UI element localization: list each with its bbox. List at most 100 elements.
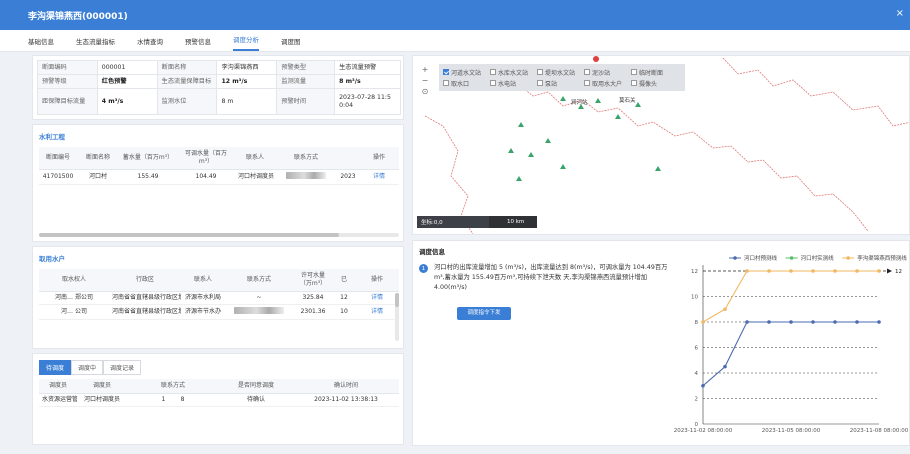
layer-checkbox[interactable] bbox=[584, 80, 590, 86]
y-tick-label: 10 bbox=[691, 295, 698, 301]
layer-checkbox[interactable] bbox=[631, 80, 637, 86]
layer-label: 水库水文站 bbox=[498, 69, 529, 77]
layer-label: 河道水文站 bbox=[451, 69, 482, 77]
project-adjustable: 104.49 bbox=[177, 169, 235, 185]
col-phone: 联系方式 bbox=[127, 379, 219, 394]
project-name: 河口村 bbox=[77, 169, 119, 185]
user-detail-link[interactable]: 详情 bbox=[355, 304, 399, 321]
col-storage: 蓄水量（百万m³） bbox=[119, 147, 177, 170]
tab-warning-info[interactable]: 预警信息 bbox=[185, 36, 211, 51]
zoom-in-icon[interactable]: + bbox=[421, 64, 429, 75]
tab-eco-flow-index[interactable]: 生态流量指标 bbox=[76, 36, 115, 51]
layer-checkbox[interactable] bbox=[631, 69, 637, 75]
user-phone bbox=[225, 304, 293, 321]
data-point bbox=[855, 269, 859, 273]
warning-marker[interactable] bbox=[593, 56, 599, 62]
map-scale: 10 km bbox=[489, 216, 537, 228]
layer-checkbox[interactable] bbox=[537, 80, 543, 86]
col-adjustable: 可调水量（百万m³） bbox=[177, 147, 235, 170]
warn-type-label: 预警类型 bbox=[276, 60, 336, 75]
data-point bbox=[833, 320, 837, 324]
level-label: 监测水位 bbox=[156, 88, 218, 115]
data-point bbox=[723, 364, 727, 369]
flow-forecast-chart: 024681012 122023-11-02 08:00:00 2023-11-05… bbox=[674, 254, 909, 434]
layer-label: 摄像头 bbox=[639, 80, 658, 88]
y-tick-label: 4 bbox=[695, 371, 699, 377]
layer-toggle[interactable]: 摄像头 bbox=[631, 78, 678, 89]
tab-basic-info[interactable]: 基础信息 bbox=[28, 36, 54, 51]
layer-label: 泥沙站 bbox=[592, 69, 611, 77]
projects-card: 水利工程 断面编号 断面名称 蓄水量（百万m³） 可调水量（百万m³） 联系人 … bbox=[32, 124, 404, 242]
map-layer-legend: 河道水文站 水库水文站 堤坝水文站 泥沙站 临时断面取水口 水电站 泵站 取用水大户 摄像头 bbox=[439, 64, 685, 91]
user-contact: 济源市水利局 bbox=[181, 291, 225, 305]
users-title: 取用水户 bbox=[39, 255, 65, 263]
user-detail-link[interactable]: 详情 bbox=[355, 291, 399, 305]
tab-dispatch-map[interactable]: 调度图 bbox=[281, 36, 301, 51]
schedule-table: 调度员 调度员 联系方式 是否同意调度 确认时间 水资源运营管理中心 河口村调度… bbox=[39, 379, 399, 408]
series-line bbox=[702, 321, 879, 387]
table-row: 河… 公司 河南省省直辖县级行政区划 济源市节水办 2301.36 10 详情 bbox=[39, 304, 399, 321]
tab-in-progress[interactable]: 调度中 bbox=[71, 360, 104, 375]
close-icon[interactable]: × bbox=[896, 8, 904, 19]
data-point bbox=[789, 320, 793, 324]
layer-checkbox[interactable] bbox=[490, 80, 496, 86]
user-owner: 河南… 郑公司 bbox=[39, 291, 109, 305]
zoom-out-icon[interactable]: − bbox=[421, 75, 429, 86]
window-titlebar: 李沟渠锦燕西(000001) × bbox=[0, 0, 910, 30]
map-panel[interactable]: + − ⊙ 河道水文站 水库水文站 堤坝水文站 泥沙站 临时断面取水口 水电站 泵站 取用水大… bbox=[412, 55, 910, 235]
layer-toggle[interactable]: 河道水文站 bbox=[443, 67, 490, 78]
col-extra bbox=[337, 147, 359, 170]
vertical-scrollbar[interactable] bbox=[395, 293, 399, 341]
target-value: 12 m³/s bbox=[216, 74, 278, 89]
tab-records[interactable]: 调度记录 bbox=[103, 360, 142, 375]
data-point bbox=[767, 269, 771, 273]
user-amount: 325.84 bbox=[293, 291, 333, 305]
phone-part-a: 1 bbox=[161, 395, 166, 403]
warn-time-line1: 2023-07-28 11:5 bbox=[339, 93, 391, 101]
layer-toggle[interactable]: 取水口 bbox=[443, 78, 490, 89]
legend-marker bbox=[789, 256, 794, 260]
layer-toggle[interactable]: 泵站 bbox=[537, 78, 584, 89]
layer-toggle[interactable]: 泥沙站 bbox=[584, 67, 631, 78]
layer-checkbox[interactable] bbox=[443, 80, 449, 86]
col-action: 操作 bbox=[359, 147, 399, 170]
data-point bbox=[723, 307, 727, 312]
schedule-time: 2023-11-02 13:38:13 bbox=[293, 393, 399, 408]
layer-checkbox[interactable] bbox=[490, 69, 496, 75]
layer-label: 堤坝水文站 bbox=[545, 69, 576, 77]
layer-toggle[interactable]: 取用水大户 bbox=[584, 78, 631, 89]
layer-label: 泵站 bbox=[545, 80, 558, 88]
tab-water-query[interactable]: 水情查询 bbox=[137, 36, 163, 51]
layer-checkbox[interactable] bbox=[584, 69, 590, 75]
layer-toggle[interactable]: 临时断面 bbox=[631, 67, 678, 78]
data-point bbox=[701, 320, 705, 324]
col-confirm-time: 确认时间 bbox=[293, 379, 399, 394]
layer-checkbox[interactable] bbox=[443, 69, 449, 75]
water-users-card: 取用水户 取水权人 行政区 联系人 联系方式 许可水量（万m³） 已 操作 河南… bbox=[32, 246, 404, 349]
warn-time-line2: 0:04 bbox=[339, 101, 354, 109]
locate-icon[interactable]: ⊙ bbox=[421, 86, 429, 97]
user-region: 河南省省直辖县级行政区划 bbox=[109, 291, 181, 305]
tab-dispatch-analysis[interactable]: 调度分析 bbox=[233, 34, 259, 51]
layer-toggle[interactable]: 堤坝水文站 bbox=[537, 67, 584, 78]
warn-time: 2023-07-28 11:5 0:04 bbox=[334, 88, 401, 115]
table-row: 河南… 郑公司 河南省省直辖县级行政区划 济源市水利局 ~ 325.84 12 … bbox=[39, 291, 399, 305]
col-owner: 取水权人 bbox=[39, 269, 109, 292]
project-extra: 2023 bbox=[337, 169, 359, 185]
y-tick-label: 12 bbox=[691, 269, 698, 275]
legend-label: 河口村预测线 bbox=[744, 254, 778, 262]
project-detail-link[interactable]: 详情 bbox=[359, 169, 399, 185]
col-contact: 联系人 bbox=[181, 269, 225, 292]
data-point bbox=[877, 269, 881, 273]
col-contact: 联系人 bbox=[235, 147, 275, 170]
col-phone: 联系方式 bbox=[225, 269, 293, 292]
info-card: 断面编码 000001 断面名称 李沟渠锦燕西 预警类型 生态流量预警 预警等级… bbox=[32, 55, 404, 120]
layer-toggle[interactable]: 水电站 bbox=[490, 78, 537, 89]
place-label: 涧河站 bbox=[571, 100, 588, 106]
layer-toggle[interactable]: 水库水文站 bbox=[490, 67, 537, 78]
y-tick-label: 6 bbox=[695, 346, 699, 352]
layer-checkbox[interactable] bbox=[537, 69, 543, 75]
place-label: 莫石关 bbox=[619, 98, 636, 104]
tab-pending[interactable]: 待调度 bbox=[39, 360, 72, 375]
horizontal-scrollbar[interactable] bbox=[39, 233, 399, 237]
